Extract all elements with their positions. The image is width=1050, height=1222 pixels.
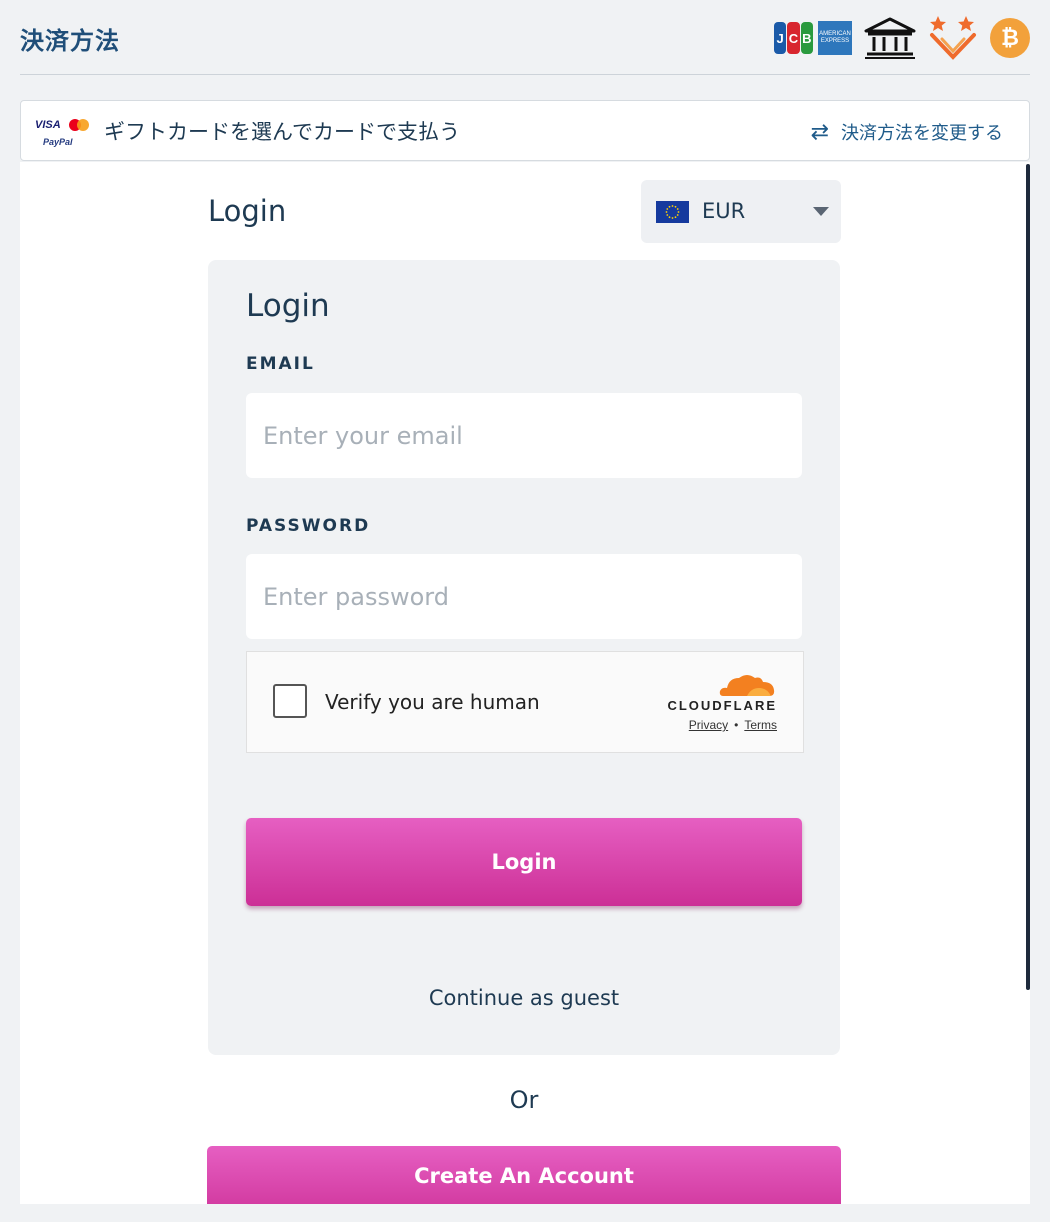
link-separator: • [734, 718, 739, 732]
chevron-down-icon [813, 207, 829, 216]
mastercard-logo-overlap [77, 119, 89, 131]
page-header: 決済方法 J C B AMERICAN EXPRESS ₿ [20, 0, 1030, 75]
login-button[interactable]: Login [246, 818, 802, 906]
swap-icon: ⇄ [810, 119, 829, 145]
scrollbar[interactable] [1026, 164, 1030, 990]
bank-icon[interactable] [864, 17, 916, 59]
jcb-icon[interactable]: J C B [774, 22, 814, 54]
continue-as-guest-link[interactable]: Continue as guest [208, 986, 840, 1010]
currency-value: EUR [702, 199, 746, 223]
captcha-checkbox[interactable] [273, 684, 307, 718]
cloudflare-logo: CLOUDFLARE [667, 698, 777, 713]
privacy-link[interactable]: Privacy [689, 718, 728, 732]
captcha-widget: Verify you are human CLOUDFLARE Privacy •… [246, 651, 804, 753]
email-label: EMAIL [246, 354, 315, 374]
payment-method-icons: J C B AMERICAN EXPRESS ₿ [762, 15, 1030, 61]
stars-icon[interactable] [928, 15, 978, 61]
change-payment-method-label: 決済方法を変更する [841, 123, 1003, 144]
password-field[interactable] [246, 554, 802, 639]
change-payment-method-link[interactable]: ⇄ 決済方法を変更する [811, 119, 1003, 145]
jcb-letter-b: B [800, 22, 813, 54]
jcb-letter-c: C [787, 22, 800, 54]
login-card: Login EMAIL PASSWORD Verify you are huma… [208, 260, 840, 1055]
cloudflare-cloud-icon [717, 670, 777, 698]
visa-logo: VISA [35, 119, 61, 131]
create-account-button[interactable]: Create An Account [207, 1146, 841, 1204]
password-label: PASSWORD [246, 516, 371, 536]
payment-method-bar: VISA PayPal ギフトカードを選んでカードで支払う ⇄ 決済方法を変更す… [20, 100, 1030, 161]
captcha-label: Verify you are human [325, 690, 540, 714]
email-field[interactable] [246, 393, 802, 478]
jcb-letter-j: J [774, 22, 787, 54]
or-divider: Or [509, 1086, 539, 1114]
payment-method-description: ギフトカードを選んでカードで支払う [104, 120, 460, 144]
bitcoin-icon[interactable]: ₿ [990, 18, 1030, 58]
page-title: 決済方法 [20, 27, 120, 55]
currency-select[interactable]: EUR [641, 180, 841, 243]
paypal-logo: PayPal [43, 137, 73, 147]
card-logos: VISA PayPal [35, 117, 95, 149]
login-heading: Login [208, 194, 287, 228]
main-content: Login EUR Login EMAIL PASSWORD [20, 162, 1030, 1204]
login-card-title: Login [246, 288, 330, 324]
amex-icon[interactable]: AMERICAN EXPRESS [818, 21, 852, 55]
eu-flag-icon [656, 201, 689, 223]
terms-link[interactable]: Terms [744, 718, 777, 732]
captcha-links: Privacy • Terms [689, 718, 777, 732]
